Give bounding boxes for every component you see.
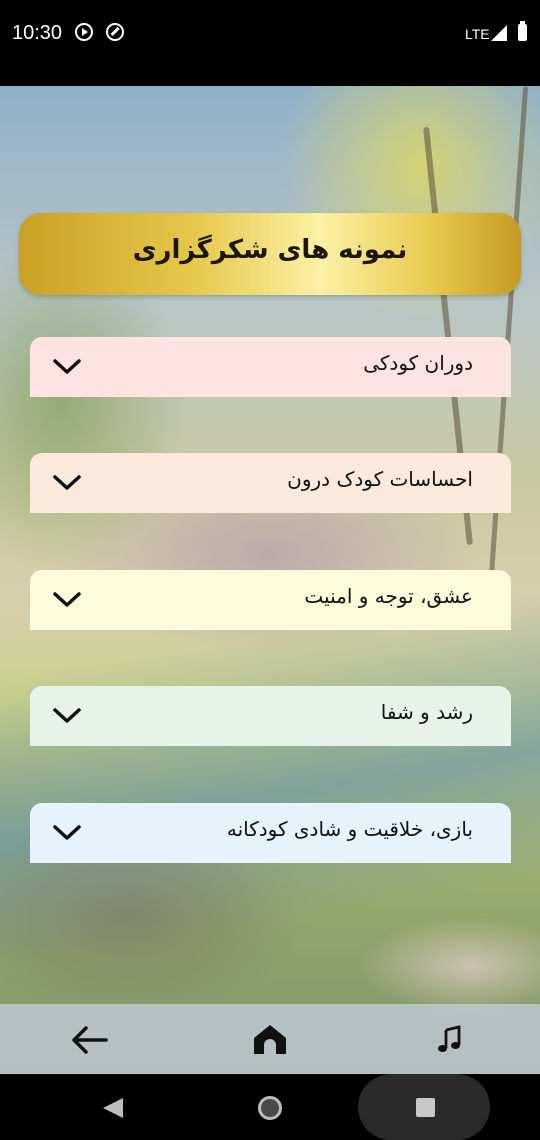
page-title: نمونه های شکرگزاری: [132, 235, 408, 265]
accordion-item-inner-child-feelings[interactable]: احساسات کودک درون: [30, 453, 511, 513]
accordion-item-label: رشد و شفا: [380, 700, 473, 724]
chevron-down-icon: [53, 592, 81, 607]
status-time: 10:30: [12, 22, 63, 44]
accordion-item-label: بازی، خلاقیت و شادی کودکانه: [226, 817, 473, 841]
back-icon[interactable]: [103, 1098, 123, 1118]
blocked-icon: [106, 23, 124, 41]
accordion-item-label: دوران کودکی: [363, 351, 473, 375]
accordion-item-growth-healing[interactable]: رشد و شفا: [30, 686, 511, 746]
system-nav-bar: [0, 1074, 540, 1140]
home-icon[interactable]: [258, 1096, 282, 1120]
chevron-down-icon: [53, 708, 81, 723]
accordion-item-love-care-safety[interactable]: عشق، توجه و امنیت: [30, 570, 511, 630]
recents-icon[interactable]: [416, 1098, 435, 1117]
battery-icon: [518, 21, 527, 41]
signal-icon: [491, 25, 507, 41]
bottom-nav-bar: [0, 1004, 540, 1074]
accordion-item-play-creativity-joy[interactable]: بازی، خلاقیت و شادی کودکانه: [30, 803, 511, 863]
header-card: نمونه های شکرگزاری: [19, 213, 521, 295]
chevron-down-icon: [53, 475, 81, 490]
network-type: LTE: [465, 26, 490, 42]
phone-screen: 10:30 LTE نمونه های شکرگزاری دوران کودکی…: [0, 0, 540, 1140]
accordion-item-childhood[interactable]: دوران کودکی: [30, 337, 511, 397]
music-note-icon[interactable]: [428, 1018, 472, 1062]
play-icon: [75, 23, 93, 41]
chevron-down-icon: [53, 825, 81, 840]
home-icon[interactable]: [248, 1018, 292, 1062]
accordion-item-label: عشق، توجه و امنیت: [304, 584, 473, 608]
status-bar: 10:30 LTE: [0, 0, 540, 86]
app-content: نمونه های شکرگزاری دوران کودکی احساسات ک…: [0, 86, 540, 1074]
chevron-down-icon: [53, 359, 81, 374]
accordion-item-label: احساسات کودک درون: [287, 467, 473, 491]
back-arrow-icon[interactable]: [68, 1018, 112, 1062]
